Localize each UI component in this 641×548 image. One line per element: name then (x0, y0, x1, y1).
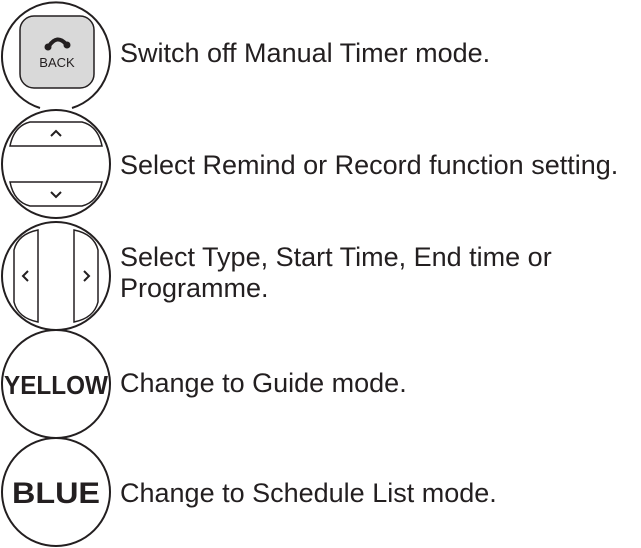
instruction-row-yellow: YELLOW Change to Guide mode. (0, 328, 641, 440)
instruction-row-blue: BLUE Change to Schedule List mode. (0, 436, 641, 548)
instruction-row-back: BACK Switch off Manual Timer mode. (0, 0, 641, 112)
instruction-text: Switch off Manual Timer mode. (120, 38, 491, 68)
yellow-button-icon[interactable]: YELLOW (0, 328, 112, 440)
instruction-row-up-down: Select Remind or Record function setting… (0, 108, 641, 220)
up-down-nav-buttons-icon[interactable] (0, 108, 112, 220)
yellow-button-label: YELLOW (4, 370, 108, 400)
left-right-nav-buttons-icon[interactable] (0, 220, 112, 332)
instruction-row-left-right: Select Type, Start Time, End time or Pro… (0, 220, 641, 332)
blue-button-label: BLUE (12, 477, 100, 510)
back-button-label: BACK (39, 55, 75, 70)
instruction-text: Change to Guide mode. (120, 368, 407, 398)
instruction-text: Change to Schedule List mode. (120, 478, 497, 508)
back-button-icon[interactable]: BACK (0, 0, 112, 112)
blue-button-icon[interactable]: BLUE (0, 436, 112, 548)
instruction-text: Select Type, Start Time, End time or Pro… (120, 242, 552, 303)
instruction-text: Select Remind or Record function setting… (120, 150, 619, 180)
